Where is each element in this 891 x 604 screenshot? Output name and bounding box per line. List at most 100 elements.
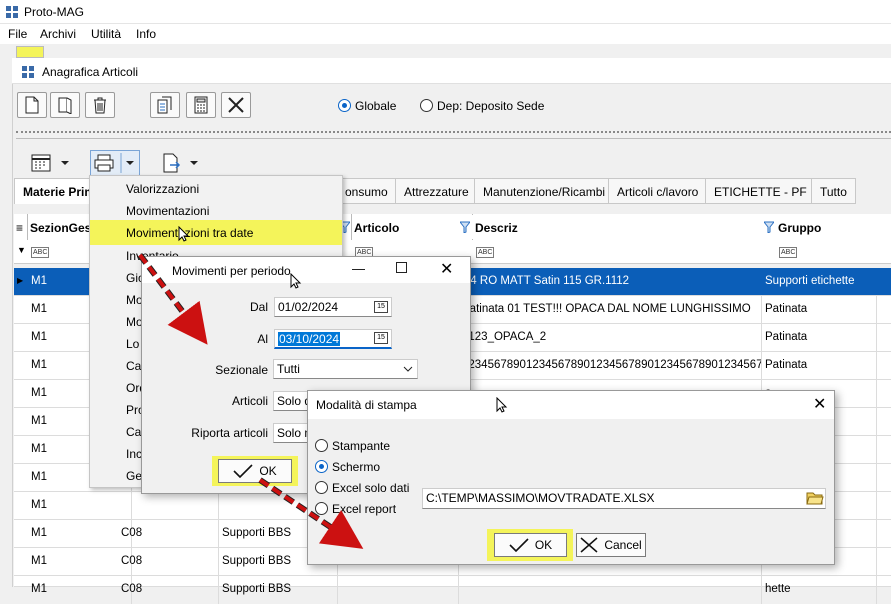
cell-gruppo-merceologico: Supporti BBS xyxy=(219,576,338,604)
dal-label: Dal xyxy=(249,300,268,314)
menu-item[interactable]: Inc xyxy=(126,447,142,461)
riporta-articoli-value: Solo m xyxy=(277,426,308,440)
menu-item[interactable]: Lo xyxy=(126,337,139,351)
tab-etichette-pf[interactable]: ETICHETTE - PF xyxy=(705,178,816,204)
app-title-bar: Proto-MAG xyxy=(0,0,891,24)
trash-icon xyxy=(94,97,106,114)
calculator-icon xyxy=(194,96,208,114)
filter-row-icon: ▼ xyxy=(17,245,26,255)
menu-bar: File Archivi Utilità Info xyxy=(0,24,891,44)
cell-gruppo: Patinata xyxy=(762,352,877,380)
filter-icon[interactable] xyxy=(458,214,472,240)
tab-consumo[interactable]: onsumo xyxy=(336,178,397,204)
export-path-value: C:\TEMP\MASSIMO\MOVTRADATE.XLSX xyxy=(426,491,655,505)
radio-excel-solo-dati-label: Excel solo dati xyxy=(332,481,410,495)
chevron-down-icon xyxy=(403,366,413,372)
dialog-movimenti-title: Movimenti per periodo xyxy=(172,264,291,278)
tab-tutto[interactable]: Tutto xyxy=(811,178,856,204)
new-document-button[interactable] xyxy=(17,92,47,118)
header-articolo[interactable]: Articolo xyxy=(352,214,472,240)
dal-date-value: 01/02/2024 xyxy=(278,300,339,314)
export-path-input[interactable]: C:\TEMP\MASSIMO\MOVTRADATE.XLSX xyxy=(422,488,826,509)
grid-menu-icon[interactable]: ≡ xyxy=(14,214,28,240)
radio-schermo-label: Schermo xyxy=(332,460,381,474)
radio-deposito[interactable] xyxy=(420,99,433,112)
maximize-icon[interactable] xyxy=(396,262,407,273)
radio-schermo[interactable] xyxy=(315,460,328,473)
calendar-icon xyxy=(31,154,69,172)
menu-item-movimentazioni[interactable]: Movimentazioni xyxy=(126,204,209,218)
cell-gruppo: hette xyxy=(762,576,877,604)
delete-button[interactable] xyxy=(85,92,115,118)
close-icon[interactable]: ✕ xyxy=(440,259,453,279)
app-toolbar xyxy=(0,44,891,58)
folder-open-button[interactable] xyxy=(806,490,824,506)
articoli-select[interactable]: Solo d xyxy=(273,391,309,411)
copy-button[interactable] xyxy=(150,92,180,118)
app-toolbar-highlight-button[interactable] xyxy=(16,46,44,58)
radio-deposito-label: Dep: Deposito Sede xyxy=(437,99,545,113)
menu-utilita[interactable]: Utilità xyxy=(91,27,121,41)
radio-excel-report[interactable] xyxy=(315,502,328,515)
menu-item[interactable]: Ca xyxy=(126,425,141,439)
radio-stampante[interactable] xyxy=(315,439,328,452)
header-descriz[interactable]: Descriz xyxy=(473,214,776,240)
export-dropdown-button[interactable] xyxy=(160,152,204,174)
radio-globale-label: Globale xyxy=(355,99,397,113)
mouse-cursor-icon xyxy=(178,226,190,242)
ok-button[interactable]: OK xyxy=(218,459,292,483)
cancel-icon xyxy=(580,537,598,553)
radio-excel-report-label: Excel report xyxy=(332,502,397,516)
table-row[interactable]: M1C08Supporti BBS hette xyxy=(14,576,891,604)
riporta-articoli-select[interactable]: Solo m xyxy=(273,423,309,443)
mouse-cursor-icon xyxy=(496,397,508,413)
open-document-button[interactable] xyxy=(50,92,80,118)
minimize-icon[interactable]: — xyxy=(352,261,365,276)
calculator-button[interactable] xyxy=(186,92,216,118)
menu-archivi[interactable]: Archivi xyxy=(40,27,76,41)
close-icon[interactable]: ✕ xyxy=(813,394,826,414)
menu-file[interactable]: File xyxy=(8,27,27,41)
cell-gruppo: Patinata xyxy=(762,296,877,324)
al-date-value: 03/10/2024 xyxy=(278,332,341,346)
menu-item[interactable]: Ge xyxy=(126,469,142,483)
ok-button-label: OK xyxy=(259,464,277,478)
child-title: Anagrafica Articoli xyxy=(42,65,139,79)
export-icon xyxy=(163,153,198,173)
radio-globale[interactable] xyxy=(338,99,351,112)
sezionale-select[interactable]: Tutti xyxy=(273,359,418,379)
cell-sezionges: M1 xyxy=(28,520,132,548)
header-sezionges[interactable]: SezionGes xyxy=(28,214,94,240)
tab-manutenzione[interactable]: Manutenzione/Ricambi xyxy=(474,178,615,204)
header-gruppo[interactable]: Gruppo xyxy=(776,214,891,240)
menu-info[interactable]: Info xyxy=(136,27,156,41)
cell-descriz: 0123_OPACA_2 xyxy=(459,324,762,352)
dialog-movimenti-title-bar: Movimenti per periodo — ✕ xyxy=(142,257,470,283)
print-ok-button[interactable]: OK xyxy=(494,533,567,557)
calendar-dropdown-button[interactable] xyxy=(30,152,74,174)
cell-descriz: R4 RO MATT Satin 115 GR.1112 xyxy=(462,275,630,287)
filter-abc-badge[interactable]: ABC xyxy=(779,247,798,258)
print-cancel-button[interactable]: Cancel xyxy=(576,533,646,557)
tab-articoli-c-lavoro[interactable]: Articoli c/lavoro xyxy=(608,178,708,204)
child-title-bar: Anagrafica Articoli xyxy=(12,58,891,84)
filter-abc-badge[interactable]: ABC xyxy=(476,247,495,258)
cell-sezionges: M1 xyxy=(28,492,132,520)
tab-attrezzature[interactable]: Attrezzature xyxy=(395,178,478,204)
calendar-icon[interactable]: 15 xyxy=(374,332,388,344)
menu-item-valorizzazioni[interactable]: Valorizzazioni xyxy=(126,182,199,196)
close-button[interactable] xyxy=(221,92,251,118)
cell-descriz: 1234567890123456789012345678901234567890… xyxy=(459,352,762,380)
check-icon xyxy=(509,538,529,552)
close-icon xyxy=(228,97,244,113)
cell-articolo xyxy=(338,576,459,604)
filter-icon[interactable] xyxy=(762,214,776,240)
print-dropdown-button[interactable] xyxy=(90,150,140,176)
radio-excel-solo-dati[interactable] xyxy=(315,481,328,494)
calendar-icon[interactable]: 15 xyxy=(374,301,388,313)
cell-codice xyxy=(118,492,219,520)
app-grid-icon xyxy=(6,6,18,18)
printer-icon xyxy=(94,153,134,173)
menu-item[interactable]: Ca xyxy=(126,359,141,373)
filter-abc-badge[interactable]: ABC xyxy=(31,247,50,258)
